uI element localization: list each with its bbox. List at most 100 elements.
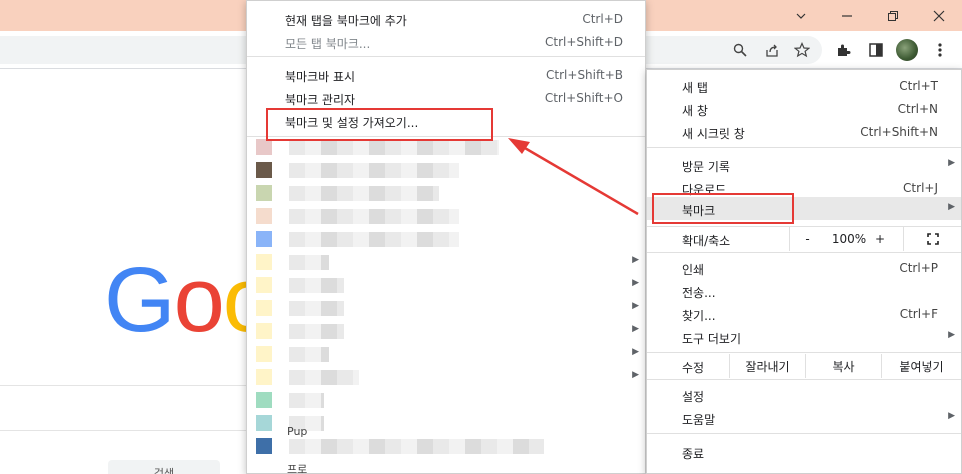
menu-item-shortcut: Ctrl+F [899,307,938,321]
bookmark-title-redacted [289,393,324,408]
bookmark-favicon [256,392,272,408]
menu-item-bookmark-all-tabs[interactable]: 모든 탭 북마크... Ctrl+Shift+D [247,31,645,53]
menu-item-shortcut: Ctrl+Shift+N [860,125,938,139]
fullscreen-icon[interactable] [903,227,961,251]
menu-separator [647,147,961,148]
divider [0,430,246,431]
annotation-box [266,108,493,141]
menu-separator [647,352,961,353]
browser-screenshot: Goo 검색 현재 탭을 북마크에 추가 Ctrl+D 모든 탭 북마크... … [0,0,962,474]
menu-item-cast[interactable]: 전송... [647,279,961,302]
copy-button[interactable]: 복사 [805,354,881,378]
menu-item-new-window[interactable]: 새 창 Ctrl+N [647,97,961,120]
chevron-right-icon: ▶ [948,411,955,421]
zoom-in-button[interactable]: + [865,227,895,251]
menu-item-bookmark-this-tab[interactable]: 현재 탭을 북마크에 추가 Ctrl+D [247,8,645,30]
chevron-right-icon: ▶ [632,301,639,311]
menu-item-new-incognito[interactable]: 새 시크릿 창 Ctrl+Shift+N [647,120,961,143]
bookmark-item[interactable]: ▶ [247,297,645,319]
share-icon[interactable] [760,38,784,62]
menu-item-label: 전송... [682,286,716,300]
menu-item-shortcut: Ctrl+P [899,261,938,275]
bookmark-favicon [256,162,272,178]
menu-separator [647,433,961,434]
avatar[interactable] [896,39,918,61]
bookmark-title-redacted [289,255,329,270]
menu-item-label: 새 탭 [682,81,708,95]
paste-button[interactable]: 붙여넣기 [881,354,961,378]
bookmark-item[interactable] [247,228,645,250]
menu-item-label: 북마크바 표시 [285,70,356,84]
bookmark-favicon [256,185,272,201]
bookmark-favicon [256,300,272,316]
menu-item-shortcut: Ctrl+T [899,79,938,93]
zoom-row: 확대/축소 - 100% + [647,227,961,251]
menu-item-shortcut: Ctrl+Shift+B [546,68,623,82]
menu-item-more-tools[interactable]: 도구 더보기 ▶ [647,325,961,348]
chevron-right-icon: ▶ [632,255,639,265]
bookmark-title-redacted [289,324,344,339]
menu-item-print[interactable]: 인쇄 Ctrl+P [647,256,961,279]
menu-item-label: 인쇄 [682,263,705,277]
bookmark-favicon [256,415,272,431]
edit-row: 수정 잘라내기 복사 붙여넣기 [647,354,961,378]
annotation-box [652,193,794,224]
menu-separator [647,252,961,253]
divider [0,385,246,386]
edit-label: 수정 [682,361,705,375]
menu-item-show-bookmarks-bar[interactable]: 북마크바 표시 Ctrl+Shift+B [247,64,645,86]
cut-button[interactable]: 잘라내기 [729,354,805,378]
search-shortcut[interactable]: 검색 [108,460,220,474]
menu-item-history[interactable]: 방문 기록 ▶ [647,153,961,176]
minimize-icon[interactable] [824,0,870,31]
restore-icon[interactable] [870,0,916,31]
bookmark-item[interactable]: ▶ [247,274,645,296]
menu-item-label: 도움말 [682,413,716,427]
menu-item-label: 설정 [682,390,705,404]
chevron-right-icon: ▶ [632,370,639,380]
chrome-main-menu: 새 탭 Ctrl+T 새 창 Ctrl+N 새 시크릿 창 Ctrl+Shift… [646,69,962,474]
bookmark-favicon [256,438,272,454]
bookmark-title-redacted [289,209,459,224]
bookmark-item[interactable]: ▶ [247,343,645,365]
zoom-out-button[interactable]: - [789,227,825,251]
menu-item-shortcut: Ctrl+Shift+D [545,35,623,49]
menu-item-bookmark-manager[interactable]: 북마크 관리자 Ctrl+Shift+O [247,87,645,109]
menu-item-new-tab[interactable]: 새 탭 Ctrl+T [647,74,961,97]
menu-item-exit[interactable]: 종료 [647,440,961,463]
bookmark-item[interactable]: ▶ [247,366,645,388]
chevron-right-icon: ▶ [632,324,639,334]
bookmark-title-redacted [289,163,459,178]
search-icon[interactable] [728,38,752,62]
extensions-icon[interactable] [832,38,856,62]
menu-item-label: 도구 더보기 [682,332,742,346]
close-icon[interactable] [916,0,962,31]
zoom-label: 확대/축소 [682,234,731,248]
logo-letter: G [104,249,176,351]
menu-separator [247,56,645,57]
chevron-down-icon[interactable] [778,0,824,31]
bookmark-item[interactable] [247,435,645,457]
bookmark-favicon [256,277,272,293]
menu-item-label: 모든 탭 북마크... [285,37,371,51]
bookmark-item[interactable]: ▶ [247,251,645,273]
more-icon[interactable] [928,38,952,62]
bookmark-title-redacted [289,186,439,201]
bookmark-item[interactable] [247,389,645,411]
bookmark-favicon [256,346,272,362]
menu-item-label: 새 시크릿 창 [682,127,745,141]
star-icon[interactable] [790,38,814,62]
bookmark-title-redacted [289,370,359,385]
logo-letter: o [173,249,225,351]
menu-separator [647,379,961,380]
menu-item-help[interactable]: 도움말 ▶ [647,406,961,429]
bookmark-item[interactable]: ▶ [247,320,645,342]
sidepanel-icon[interactable] [864,38,888,62]
bookmark-favicon [256,254,272,270]
chevron-right-icon: ▶ [632,278,639,288]
bookmark-favicon [256,323,272,339]
menu-item-find[interactable]: 찾기... Ctrl+F [647,302,961,325]
bookmark-favicon [256,208,272,224]
chevron-right-icon: ▶ [948,202,955,212]
menu-item-settings[interactable]: 설정 [647,383,961,406]
